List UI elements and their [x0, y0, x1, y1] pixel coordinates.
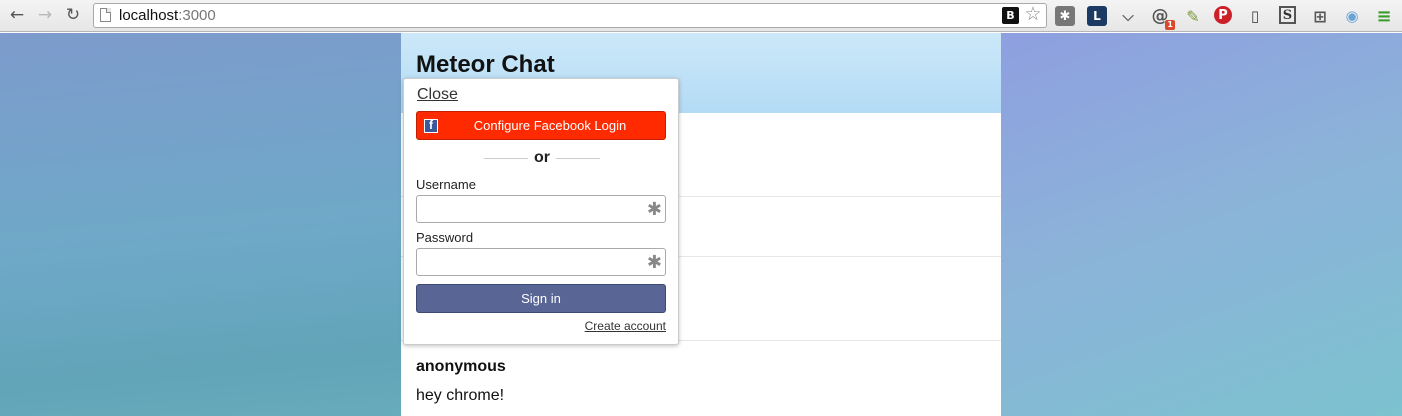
save-icon[interactable]: ▯	[1245, 6, 1265, 26]
forward-arrow-icon[interactable]: →	[34, 4, 56, 26]
url-text[interactable]: localhost:3000	[119, 7, 216, 24]
close-link[interactable]: Close	[417, 86, 458, 104]
page-icon	[100, 8, 111, 22]
back-arrow-icon[interactable]: ←	[6, 4, 28, 26]
create-account-link[interactable]: Create account	[585, 319, 666, 333]
required-asterisk-icon: ✱	[646, 252, 662, 273]
password-field[interactable]: ✱	[416, 248, 666, 276]
pocket-icon[interactable]: ⌵	[1118, 6, 1138, 26]
pinterest-icon[interactable]: P	[1214, 6, 1232, 24]
url-host: localhost	[119, 7, 179, 24]
separator-line	[556, 158, 600, 159]
camera-icon[interactable]: ◉	[1342, 6, 1362, 26]
eyedropper-icon[interactable]: ✎	[1183, 6, 1203, 26]
username-field[interactable]: ✱	[416, 195, 666, 223]
message-author: anonymous	[416, 358, 506, 375]
or-separator: or	[484, 149, 600, 167]
reload-icon[interactable]: ↻	[62, 4, 84, 26]
grid-icon[interactable]: ⊞	[1310, 6, 1330, 26]
address-bar[interactable]: localhost:3000 B ☆	[93, 3, 1047, 28]
asterisk-extension-icon[interactable]: ✱	[1055, 6, 1075, 26]
password-label: Password	[416, 230, 474, 245]
lastpass-icon[interactable]: L	[1087, 6, 1107, 26]
url-port: :3000	[178, 7, 216, 24]
required-asterisk-icon: ✱	[646, 199, 662, 220]
username-label: Username	[416, 177, 476, 192]
login-dropdown: Close f Configure Facebook Login or User…	[403, 78, 679, 345]
page-background-right	[1001, 33, 1402, 416]
notification-badge: 1	[1165, 20, 1175, 30]
page-title: Meteor Chat	[416, 51, 555, 78]
facebook-button-label: Configure Facebook Login	[473, 118, 627, 133]
at-extension-icon[interactable]: @1	[1150, 6, 1175, 30]
message-text: hey chrome!	[416, 387, 505, 404]
s-extension-icon[interactable]: S	[1279, 6, 1296, 24]
bookmark-b-icon[interactable]: B	[1002, 7, 1019, 24]
menu-icon[interactable]: ≡	[1374, 6, 1394, 27]
configure-facebook-login-button[interactable]: f Configure Facebook Login	[416, 111, 666, 140]
sign-in-button[interactable]: Sign in	[416, 284, 666, 313]
browser-toolbar: ← → ↻ localhost:3000 B ☆ ✱ L ⌵ @1 ✎ P ▯ …	[0, 0, 1402, 32]
star-icon[interactable]: ☆	[1023, 3, 1043, 25]
